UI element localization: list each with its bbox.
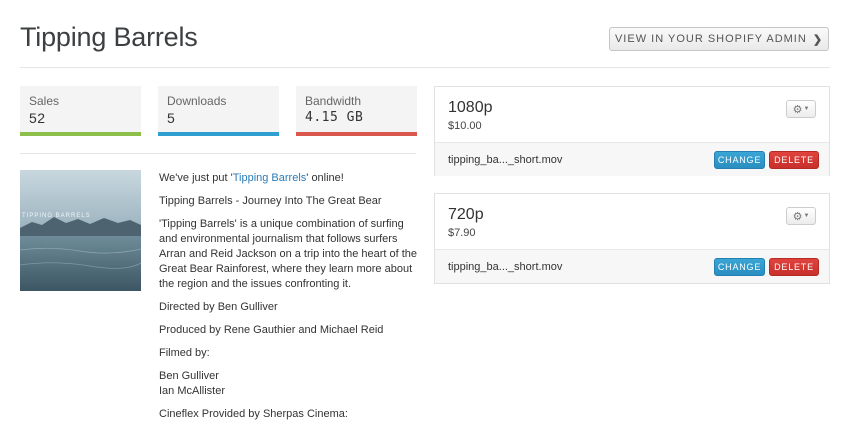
product-link[interactable]: Tipping Barrels [233, 172, 307, 184]
delete-button[interactable]: DELETE [769, 258, 819, 276]
stat-bar [296, 132, 417, 136]
thumbnail-caption: TIPPING BARRELS [22, 213, 91, 219]
directed-by: Directed by Ben Gulliver [159, 301, 278, 313]
variant-filename: tipping_ba..._short.mov [448, 153, 563, 166]
filmed-by-names: Ben Gulliver Ian McAllister [159, 370, 226, 397]
variant-resolution: 720p [448, 206, 484, 223]
thumbnail-image [20, 170, 141, 291]
produced-by: Produced by Rene Gauthier and Michael Re… [159, 324, 384, 336]
description-paragraph: 'Tipping Barrels' is a unique combinatio… [159, 218, 418, 290]
view-in-shopify-admin-button[interactable]: VIEW IN YOUR SHOPIFY ADMIN ❯ [609, 27, 829, 51]
stat-value: 52 [29, 110, 46, 126]
variant-filename: tipping_ba..._short.mov [448, 260, 563, 273]
variant-price: $10.00 [448, 120, 482, 132]
cineflex-credit: Cineflex Provided by Sherpas Cinema: [159, 408, 348, 420]
stat-value: 5 [167, 110, 176, 126]
filmed-by-label: Filmed by: [159, 347, 210, 359]
stat-downloads: Downloads 5 [158, 86, 279, 136]
variant-card: 1080p $10.00 ⚙ ▼ tipping_ba..._short.mov … [434, 86, 830, 176]
change-button[interactable]: CHANGE [714, 151, 765, 169]
subtitle: Tipping Barrels - Journey Into The Great… [159, 195, 382, 207]
variant-resolution: 1080p [448, 99, 493, 116]
gear-icon: ⚙ [792, 210, 803, 223]
stat-label: Downloads [167, 94, 227, 108]
change-button[interactable]: CHANGE [714, 258, 765, 276]
product-description: We've just put 'Tipping Barrels' online!… [159, 171, 421, 430]
variant-settings-button[interactable]: ⚙ ▼ [786, 207, 816, 225]
page-title: Tipping Barrels [20, 22, 198, 52]
stat-bandwidth: Bandwidth 4.15 GB [296, 86, 417, 136]
stat-value: 4.15 GB [305, 110, 364, 125]
caret-down-icon: ▼ [803, 213, 810, 219]
product-thumbnail: TIPPING BARRELS [20, 170, 141, 291]
stat-label: Bandwidth [305, 94, 362, 108]
delete-button[interactable]: DELETE [769, 151, 819, 169]
variant-price: $7.90 [448, 227, 476, 239]
variant-card: 720p $7.90 ⚙ ▼ tipping_ba..._short.mov CH… [434, 193, 830, 284]
stat-label: Sales [29, 94, 60, 108]
stat-bar [158, 132, 279, 136]
gear-icon: ⚙ [792, 103, 803, 116]
chevron-right-icon: ❯ [812, 33, 824, 46]
intro-line: We've just put 'Tipping Barrels' online! [159, 172, 344, 184]
variant-settings-button[interactable]: ⚙ ▼ [786, 100, 816, 118]
content-divider [20, 153, 416, 154]
stat-sales: Sales 52 [20, 86, 141, 136]
stat-bar [20, 132, 141, 136]
admin-button-label: VIEW IN YOUR SHOPIFY ADMIN [614, 33, 807, 45]
header-divider [20, 67, 830, 68]
caret-down-icon: ▼ [803, 106, 810, 112]
